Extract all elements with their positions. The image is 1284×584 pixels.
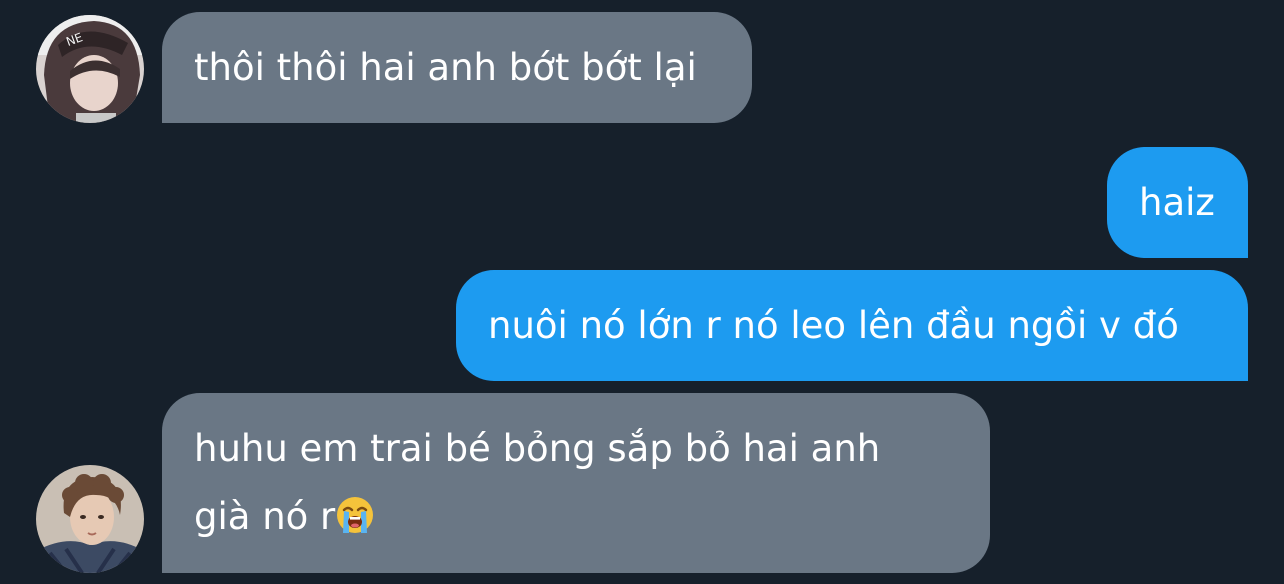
message-bubble-incoming[interactable]: thôi thôi hai anh bớt bớt lại (162, 12, 752, 123)
message-bubble-outgoing[interactable]: haiz (1107, 147, 1248, 258)
loudly-crying-face-icon (337, 497, 374, 533)
message-text: già nó r (194, 495, 336, 538)
chat-conversation: NE thôi thôi hai anh bớt bớt lại haiz nu… (0, 0, 1284, 584)
user-avatar-hooded[interactable]: NE (36, 15, 144, 123)
message-text-line: huhu em trai bé bỏng sắp bỏ hai anh (194, 427, 881, 470)
user-avatar-curly-hair[interactable] (36, 465, 144, 573)
message-bubble-outgoing[interactable]: nuôi nó lớn r nó leo lên đầu ngồi v đó (456, 270, 1248, 381)
message-bubble-incoming[interactable]: huhu em trai bé bỏng sắp bỏ hai anh già … (162, 393, 990, 573)
message-text: nuôi nó lớn r nó leo lên đầu ngồi v đó (488, 304, 1179, 347)
message-text-line: già nó r (194, 483, 958, 551)
message-text: thôi thôi hai anh bớt bớt lại (194, 46, 697, 89)
message-text: haiz (1139, 181, 1215, 224)
